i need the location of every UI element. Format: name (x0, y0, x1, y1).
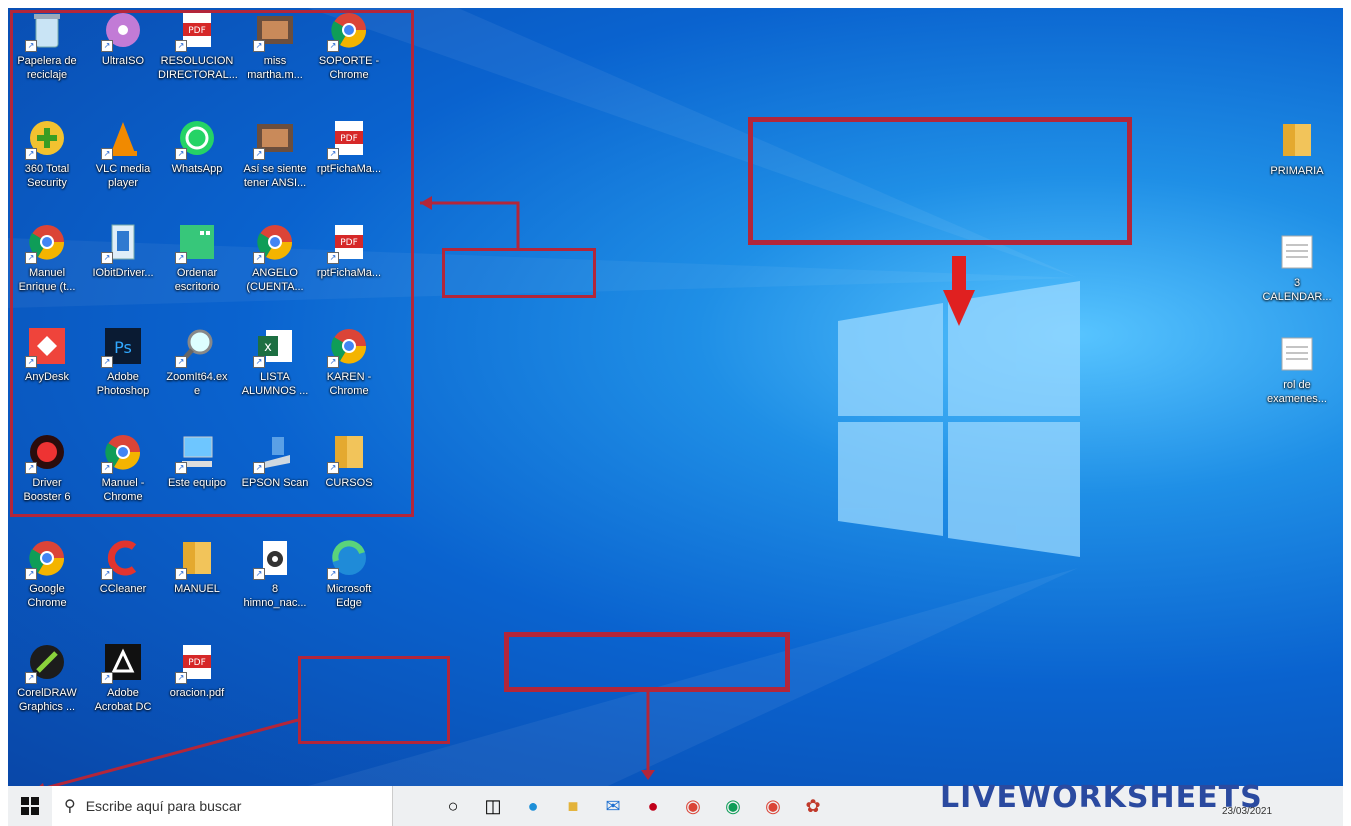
desktop-icon-label: Adobe Acrobat DC (94, 687, 152, 713)
desktop-icon-label: CorelDRAW Graphics ... (17, 687, 77, 713)
task-view-icon[interactable]: ◫ (473, 786, 513, 826)
desktop-icon[interactable]: PRIMARIA (1258, 120, 1336, 216)
app-taskbar-icon[interactable]: ✿ (793, 786, 833, 826)
desktop-icon[interactable]: ↗ Adobe Acrobat DC (84, 642, 162, 738)
document-icon (1277, 232, 1317, 272)
chrome-taskbar-icon-2[interactable]: ◉ (713, 786, 753, 826)
desktop-icon-label: PRIMARIA (1270, 165, 1324, 177)
windows-start-icon (21, 797, 39, 815)
desktop-icon-label: oracion.pdf (169, 687, 225, 699)
corel-icon: ↗ (25, 642, 67, 684)
folder-icon: ↗ (175, 538, 217, 580)
start-button[interactable] (8, 786, 52, 826)
svg-text:PDF: PDF (188, 658, 206, 668)
desktop-icon-label: 8 himno_nac... (243, 583, 307, 609)
desktop-icon[interactable]: ↗ 8 himno_nac... (236, 538, 314, 634)
shortcut-arrow-icon: ↗ (101, 672, 113, 684)
folder-icon (1277, 120, 1317, 160)
acrobat-icon: ↗ (101, 642, 143, 684)
desktop-icon-label: CCleaner (99, 583, 147, 595)
answer-box-wallpaper[interactable] (748, 117, 1132, 245)
chrome-taskbar-icon[interactable]: ◉ (673, 786, 713, 826)
desktop-icon[interactable]: rol de examenes... (1258, 334, 1336, 430)
chrome-icon: ↗ (25, 538, 67, 580)
shortcut-arrow-icon: ↗ (25, 568, 37, 580)
search-box[interactable]: ⚲ Escribe aquí para buscar (52, 786, 393, 826)
liveworksheets-logo: LIVEWORKSHEETS (940, 780, 1263, 815)
desktop-icon[interactable]: ↗ Google Chrome (8, 538, 86, 634)
clock: 23/03/2021 (1222, 806, 1273, 817)
search-icon: ⚲ (64, 798, 76, 815)
shortcut-arrow-icon: ↗ (25, 672, 37, 684)
answer-box-taskbar[interactable] (504, 632, 790, 692)
document-icon (1277, 334, 1317, 374)
desktop: ↗ Papelera de reciclaje ↗ UltraISO PDF ↗ RESOL… (8, 8, 1343, 786)
shortcut-arrow-icon: ↗ (175, 568, 187, 580)
desktop-icon[interactable]: ↗ MANUEL (158, 538, 236, 634)
desktop-icon-label: Google Chrome (27, 583, 67, 609)
desktop-icon[interactable]: ↗ Microsoft Edge (310, 538, 388, 634)
edge-icon: ↗ (327, 538, 369, 580)
desktop-icon[interactable]: 3 CALENDAR... (1258, 232, 1336, 328)
desktop-icon-label: Microsoft Edge (326, 583, 372, 609)
cortana-icon[interactable]: ○ (433, 786, 473, 826)
mail-icon[interactable]: ✉ (593, 786, 633, 826)
answer-box-start[interactable] (298, 656, 450, 744)
audio-icon: ↗ (253, 538, 295, 580)
chrome-taskbar-icon-3[interactable]: ◉ (753, 786, 793, 826)
answer-box-icons[interactable] (442, 248, 596, 298)
shortcut-arrow-icon: ↗ (253, 568, 265, 580)
record-icon[interactable]: ● (633, 786, 673, 826)
desktop-icon[interactable]: PDF ↗ oracion.pdf (158, 642, 236, 738)
desktop-icon-label: MANUEL (174, 583, 220, 595)
file-explorer-icon[interactable]: ■ (553, 786, 593, 826)
icons-frame (10, 10, 414, 517)
desktop-icon-label: 3 CALENDAR... (1262, 277, 1332, 303)
shortcut-arrow-icon: ↗ (101, 568, 113, 580)
desktop-icon[interactable]: ↗ CCleaner (84, 538, 162, 634)
ccleaner-icon: ↗ (101, 538, 143, 580)
pdf-icon: PDF ↗ (175, 642, 217, 684)
desktop-icon[interactable]: ↗ CorelDRAW Graphics ... (8, 642, 86, 738)
shortcut-arrow-icon: ↗ (327, 568, 339, 580)
edge-taskbar-icon[interactable]: ● (513, 786, 553, 826)
desktop-icon-label: rol de examenes... (1267, 379, 1327, 405)
shortcut-arrow-icon: ↗ (175, 672, 187, 684)
search-placeholder: Escribe aquí para buscar (85, 798, 242, 814)
